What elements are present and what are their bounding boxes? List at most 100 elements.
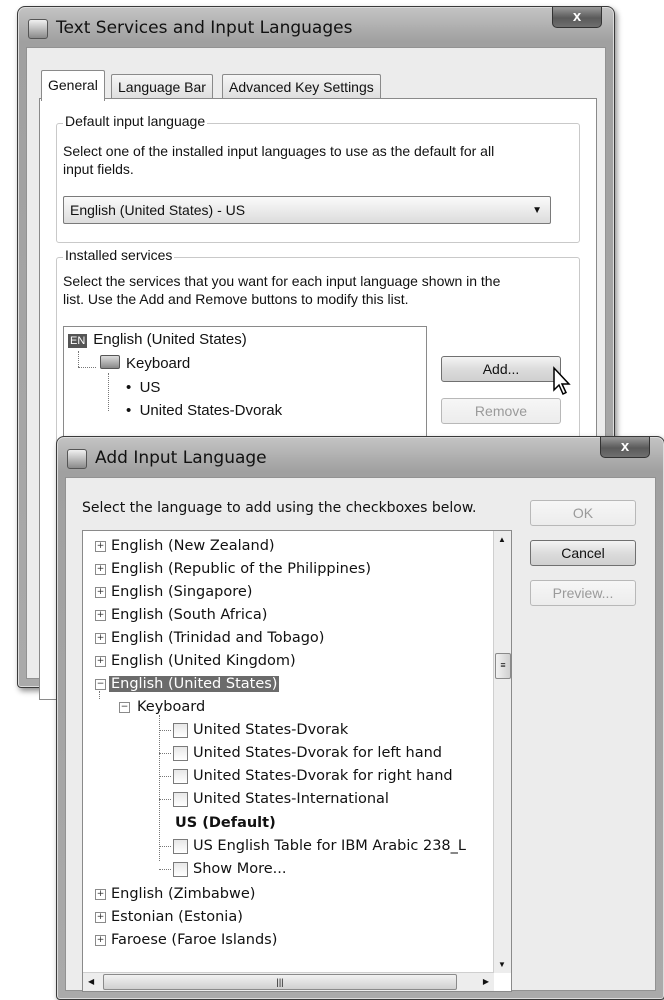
scroll-right-icon[interactable]: ▶ (483, 977, 489, 986)
default-language-group: Default input language Select one of the… (56, 113, 580, 243)
expand-icon[interactable]: + (95, 541, 106, 552)
horizontal-scrollbar[interactable]: ◀ ||| ▶ (83, 972, 494, 991)
layout-option[interactable]: Show More... (159, 858, 287, 880)
layout-checkbox[interactable] (173, 839, 188, 854)
tree-item-label: English (United States) (109, 676, 280, 692)
add-button[interactable]: Add... (441, 356, 561, 382)
keyboard-label: Keyboard (126, 355, 191, 372)
expand-icon[interactable]: + (95, 610, 106, 621)
ok-button[interactable]: OK (530, 500, 636, 526)
layout-label: United States-Dvorak for right hand (193, 768, 453, 784)
group-label: Installed services (63, 247, 175, 263)
tree-item-label: English (United Kingdom) (111, 653, 296, 669)
layout-checkbox[interactable] (173, 792, 188, 807)
scrollbar-thumb[interactable]: ≡ (495, 653, 511, 679)
tree-line (159, 869, 171, 870)
language-label: English (United States) (93, 331, 247, 348)
tree-line (159, 846, 171, 847)
tree-item-label: English (South Africa) (111, 607, 268, 623)
preview-button[interactable]: Preview... (530, 580, 636, 606)
tree-item[interactable]: + English (Zimbabwe) (89, 883, 255, 905)
description-line: list. Use the Add and Remove buttons to … (63, 291, 409, 307)
expand-icon[interactable]: + (95, 935, 106, 946)
layout-item[interactable]: • United States-Dvorak (126, 402, 282, 419)
language-tree[interactable]: + English (New Zealand) + English (Republi… (82, 530, 512, 992)
tree-item-label: English (Zimbabwe) (111, 886, 256, 902)
add-input-language-window: Add Input Language x Select the language… (56, 436, 664, 1000)
default-language-dropdown[interactable]: English (United States) - US ▼ (63, 196, 551, 224)
collapse-icon[interactable]: − (119, 702, 130, 713)
default-layout-label: US (Default) (175, 815, 276, 831)
tree-line (159, 776, 171, 777)
window-title: Add Input Language (95, 448, 267, 468)
tree-item-label: Faroese (Faroe Islands) (111, 932, 278, 948)
collapse-icon[interactable]: − (95, 679, 106, 690)
tab-language-bar[interactable]: Language Bar (111, 74, 213, 100)
scroll-up-icon[interactable]: ▲ (498, 535, 506, 544)
dropdown-value: English (United States) - US (70, 202, 246, 218)
layout-option[interactable]: United States-Dvorak for left hand (159, 742, 442, 764)
bullet-icon: • (126, 379, 140, 396)
expand-icon[interactable]: + (95, 587, 106, 598)
title-bar[interactable]: Text Services and Input Languages x (18, 7, 614, 45)
layout-label: United States-Dvorak for left hand (193, 745, 442, 761)
tree-line (159, 753, 171, 754)
tree-item[interactable]: + English (South Africa) (89, 604, 267, 626)
window-title: Text Services and Input Languages (56, 18, 353, 38)
tree-item[interactable]: + Faroese (Faroe Islands) (89, 929, 277, 951)
tree-item[interactable]: + English (Singapore) (89, 581, 252, 603)
tab-advanced-key-settings[interactable]: Advanced Key Settings (222, 74, 381, 100)
layout-label: United States-Dvorak (139, 402, 283, 419)
layout-option[interactable]: US English Table for IBM Arabic 238_L (159, 835, 466, 857)
tab-general[interactable]: General (41, 70, 105, 101)
description-line: Select the services that you want for ea… (63, 273, 501, 289)
tree-item[interactable]: + English (United Kingdom) (89, 650, 296, 672)
layout-item[interactable]: • US (126, 379, 160, 396)
layout-label: US (139, 379, 161, 396)
tree-item-label: Keyboard (137, 699, 206, 715)
description-line: Select one of the installed input langua… (63, 143, 495, 159)
window-icon (67, 449, 87, 469)
vertical-scrollbar[interactable]: ▲ ≡ ▼ (493, 531, 511, 973)
scrollbar-thumb[interactable]: ||| (103, 974, 457, 990)
keyboard-icon (100, 355, 120, 369)
tree-item-selected[interactable]: − English (United States) (89, 673, 280, 695)
tree-item[interactable]: + Estonian (Estonia) (89, 906, 243, 928)
description-line: input fields. (63, 161, 134, 177)
tree-item[interactable]: + English (New Zealand) (89, 535, 275, 557)
scroll-down-icon[interactable]: ▼ (498, 960, 506, 969)
layout-checkbox[interactable] (173, 746, 188, 761)
layout-checkbox[interactable] (173, 862, 188, 877)
expand-icon[interactable]: + (95, 912, 106, 923)
expand-icon[interactable]: + (95, 633, 106, 644)
tree-item[interactable]: + English (Trinidad and Tobago) (89, 627, 324, 649)
layout-option[interactable]: United States-Dvorak for right hand (159, 765, 453, 787)
group-description: Select the services that you want for ea… (63, 272, 500, 308)
tree-line (78, 351, 79, 367)
cancel-button[interactable]: Cancel (530, 540, 636, 566)
expand-icon[interactable]: + (95, 564, 106, 575)
tree-line (78, 367, 96, 368)
remove-button[interactable]: Remove (441, 398, 561, 424)
title-bar[interactable]: Add Input Language x (57, 437, 664, 475)
close-button[interactable]: x (600, 437, 650, 458)
expand-icon[interactable]: + (95, 889, 106, 900)
layout-label: United States-Dvorak (193, 722, 349, 738)
language-node[interactable]: EN English (United States) (68, 331, 247, 348)
tree-item[interactable]: + English (Republic of the Philippines) (89, 558, 371, 580)
tree-line (99, 691, 100, 699)
keyboard-node[interactable]: Keyboard (100, 355, 190, 372)
close-button[interactable]: x (552, 7, 602, 28)
tree-item-label: English (New Zealand) (111, 538, 275, 554)
instruction-text: Select the language to add using the che… (82, 500, 477, 516)
window-icon (28, 19, 48, 39)
layout-checkbox[interactable] (173, 769, 188, 784)
expand-icon[interactable]: + (95, 656, 106, 667)
scroll-left-icon[interactable]: ◀ (88, 977, 94, 986)
layout-option[interactable]: United States-International (159, 788, 389, 810)
group-label: Default input language (63, 113, 208, 129)
layout-checkbox[interactable] (173, 723, 188, 738)
tree-line (159, 730, 171, 731)
layout-option[interactable]: United States-Dvorak (159, 719, 348, 741)
tree-item-label: English (Singapore) (111, 584, 253, 600)
